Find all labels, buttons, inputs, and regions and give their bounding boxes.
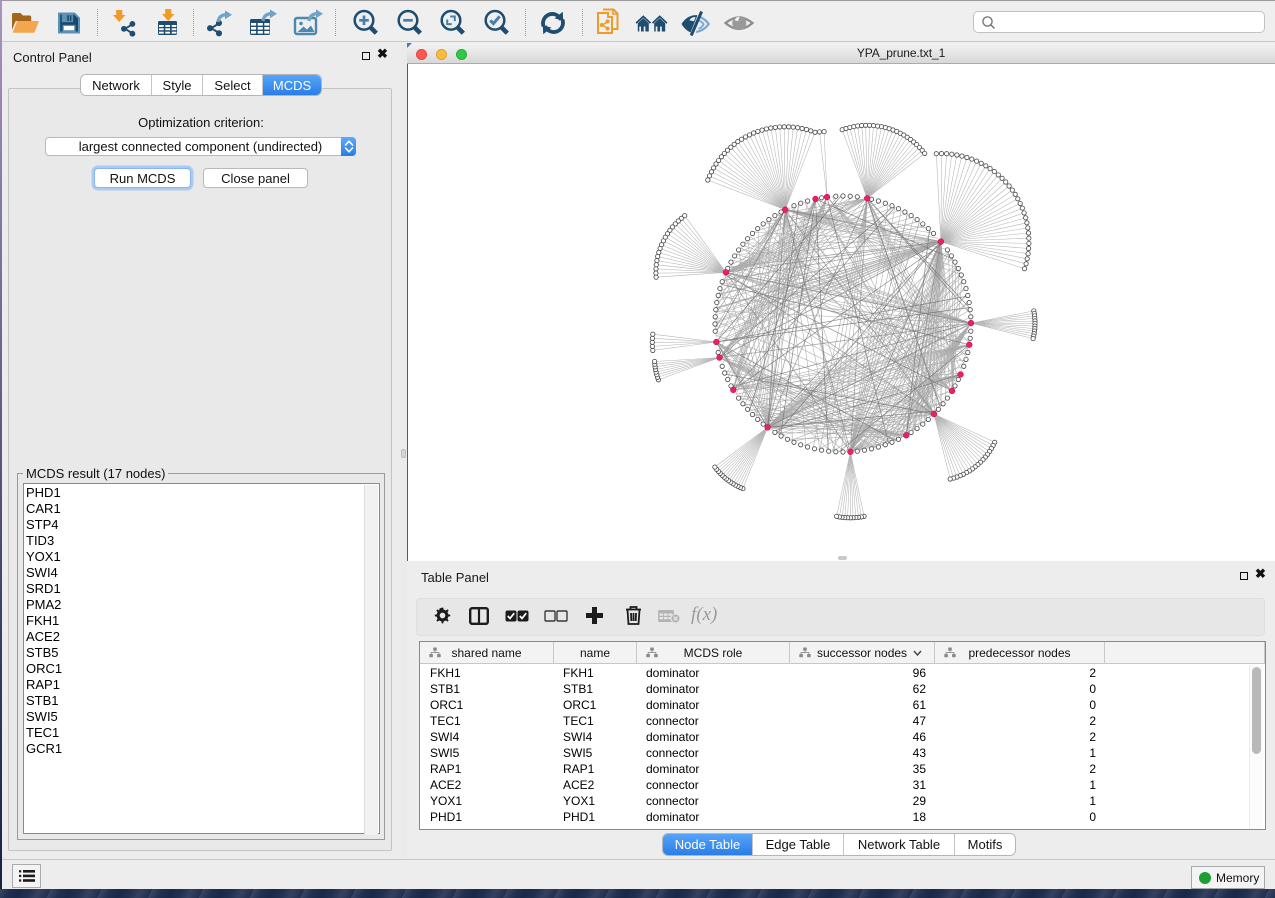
svg-text:f(x): f(x) <box>691 604 717 625</box>
